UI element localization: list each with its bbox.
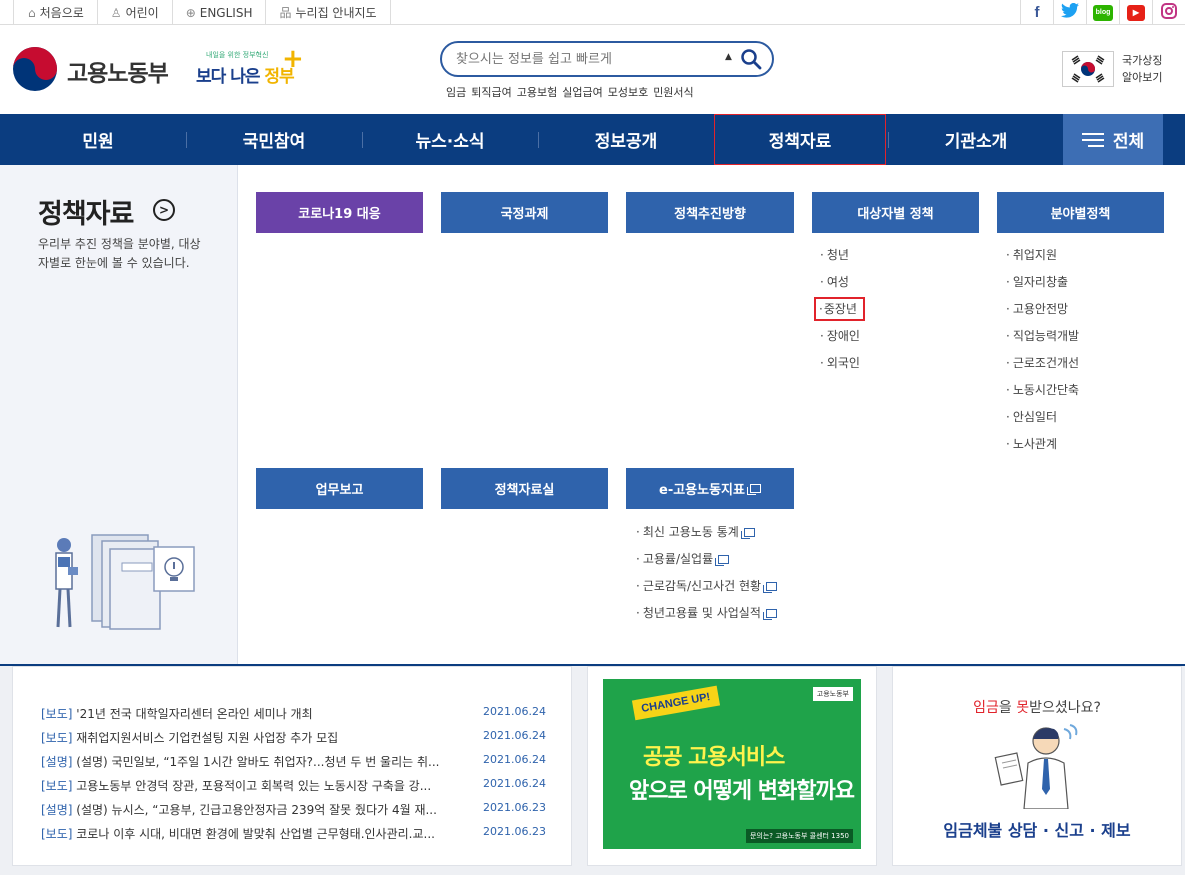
category-policy-direction[interactable]: 정책추진방향	[626, 192, 794, 233]
all-menu-button[interactable]: 전체	[1063, 114, 1163, 165]
search-box: ▲	[440, 41, 774, 77]
news-row[interactable]: [보도] 고용노동부 안경덕 장관, 포용적이고 회복력 있는 노동시장 구축을…	[41, 777, 546, 794]
home-link[interactable]: ⌂ 처음으로	[13, 0, 98, 25]
banner-image: CHANGE UP! 고용노동부 공공 고용서비스 앞으로 어떻게 변화할까요 …	[603, 679, 861, 849]
list-item[interactable]: 노동시간단축	[1006, 377, 1079, 404]
category-work-report[interactable]: 업무보고	[256, 468, 423, 509]
slogan-logo: 내일을 위한 정부혁신 보다 나은 정부 +	[196, 44, 304, 87]
list-item[interactable]: 일자리창출	[1006, 269, 1079, 296]
instagram-icon	[1161, 2, 1177, 23]
list-item[interactable]: 안심일터	[1006, 404, 1079, 431]
new-window-icon	[740, 528, 755, 539]
quick-link[interactable]: 모성보호	[608, 86, 653, 99]
list-item[interactable]: 근로감독/신고사건 현황	[636, 573, 778, 600]
ministry-logo[interactable]: 고용노동부	[12, 46, 169, 96]
category-e-indicators[interactable]: e-고용노동지표	[626, 468, 794, 509]
quick-link[interactable]: 고용보험	[517, 86, 562, 99]
field-policy-list: 취업지원 일자리창출 고용안전망 직업능력개발 근로조건개선 노동시간단축 안심…	[1006, 242, 1079, 458]
ministry-name: 고용노동부	[67, 61, 169, 87]
utility-bar: ⌂ 처음으로 ♙ 어린이 ⊕ ENGLISH 品 누리집 안내지도 f blog ▶	[0, 0, 1185, 25]
list-item[interactable]: 장애인	[820, 323, 865, 350]
arrow-right-circle-icon[interactable]: >	[153, 199, 175, 221]
new-window-icon	[763, 582, 778, 593]
list-item[interactable]: 고용안전망	[1006, 296, 1079, 323]
sitemap-link[interactable]: 品 누리집 안내지도	[266, 0, 391, 25]
mega-menu-title: 정책자료	[38, 199, 134, 230]
nav-item-disclosure[interactable]: 정보공개	[538, 114, 714, 165]
hamburger-icon	[1081, 129, 1104, 151]
new-window-icon	[715, 555, 730, 566]
list-item[interactable]: 여성	[820, 269, 865, 296]
quick-link[interactable]: 퇴직급여	[471, 86, 516, 99]
taeguk-logo-icon	[12, 46, 58, 96]
news-row[interactable]: [보도] 재취업지원서비스 기업컨설팅 지원 사업장 추가 모집 2021.06.…	[41, 729, 546, 746]
quick-links: 임금 퇴직급여 고용보험 실업급여 모성보호 민원서식	[446, 86, 699, 99]
kids-link[interactable]: ♙ 어린이	[98, 0, 173, 25]
blog-link[interactable]: blog	[1086, 0, 1119, 25]
news-row[interactable]: [설명] (설명) 국민일보, “1주일 1시간 알바도 취업자?...청년 두…	[41, 753, 546, 770]
list-item[interactable]: 청년	[820, 242, 865, 269]
facebook-link[interactable]: f	[1020, 0, 1053, 25]
mega-menu-description: 우리부 추진 정책을 분야별, 대상자별로 한눈에 볼 수 있습니다.	[38, 237, 201, 270]
mega-menu-side: 정책자료 > 우리부 추진 정책을 분야별, 대상자별로 한눈에 볼 수 있습니…	[0, 165, 238, 664]
main-nav: 민원 국민참여 뉴스·소식 정보공개 정책자료 기관소개 전체	[0, 114, 1185, 165]
mega-menu: 정책자료 > 우리부 추진 정책을 분야별, 대상자별로 한눈에 볼 수 있습니…	[0, 165, 1185, 666]
wage-arrears-banner[interactable]: 임금을 못받으셨나요? 임금체불 상담 · 신고 · 제보	[892, 666, 1182, 866]
site-header: 고용노동부 내일을 위한 정부혁신 보다 나은 정부 + ▲ 임금 퇴직급여 고…	[0, 26, 1185, 114]
list-item[interactable]: 최신 고용노동 통계	[636, 519, 777, 546]
news-row[interactable]: [보도] '21년 전국 대학일자리센터 온라인 세미나 개최 2021.06.2…	[41, 705, 546, 722]
news-row[interactable]: [보도] 코로나 이후 시대, 비대면 환경에 발맞춰 산업별 근무형태.인사관…	[41, 825, 546, 842]
category-national-tasks[interactable]: 국정과제	[441, 192, 608, 233]
twitter-icon	[1061, 2, 1079, 22]
blog-icon: blog	[1093, 4, 1113, 21]
search-icon	[741, 49, 762, 70]
search-button[interactable]	[740, 48, 762, 70]
quick-link[interactable]: 실업급여	[562, 86, 607, 99]
nav-item-policy[interactable]: 정책자료	[714, 114, 886, 165]
facebook-icon: f	[1034, 4, 1040, 21]
category-field-policy[interactable]: 분야별정책	[997, 192, 1164, 233]
employment-service-banner[interactable]: CHANGE UP! 고용노동부 공공 고용서비스 앞으로 어떻게 변화할까요 …	[587, 666, 877, 866]
quick-link[interactable]: 임금	[446, 86, 471, 99]
policy-illustration	[55, 534, 195, 630]
national-flag-icon[interactable]	[1062, 51, 1114, 87]
english-link[interactable]: ⊕ ENGLISH	[173, 0, 267, 25]
child-icon: ♙	[110, 5, 122, 20]
list-item-highlighted[interactable]: ·중장년	[814, 296, 865, 323]
national-symbol-link[interactable]: 국가상징 알아보기	[1122, 52, 1162, 86]
list-item[interactable]: 고용률/실업률	[636, 546, 777, 573]
nav-item-news[interactable]: 뉴스·소식	[362, 114, 538, 165]
instagram-link[interactable]	[1152, 0, 1185, 25]
indicator-link-list: 최신 고용노동 통계 고용률/실업률 근로감독/신고사건 현황 청년고용률 및 …	[636, 519, 778, 627]
nav-item-about[interactable]: 기관소개	[888, 114, 1064, 165]
list-item[interactable]: 직업능력개발	[1006, 323, 1079, 350]
home-icon: ⌂	[28, 5, 36, 20]
bottom-content: [보도] '21년 전국 대학일자리센터 온라인 세미나 개최 2021.06.2…	[0, 666, 1185, 875]
youtube-link[interactable]: ▶	[1119, 0, 1152, 25]
list-item[interactable]: 노사관계	[1006, 431, 1079, 458]
category-policy-archive[interactable]: 정책자료실	[441, 468, 608, 509]
caret-up-icon[interactable]: ▲	[725, 52, 732, 62]
category-covid19[interactable]: 코로나19 대응	[256, 192, 423, 233]
youtube-icon: ▶	[1127, 4, 1145, 21]
plus-icon: +	[282, 44, 304, 74]
list-item[interactable]: 취업지원	[1006, 242, 1079, 269]
search-input[interactable]	[456, 49, 716, 69]
quick-link[interactable]: 민원서식	[653, 86, 698, 99]
sitemap-icon: 品	[279, 6, 292, 20]
news-row[interactable]: [설명] (설명) 뉴시스, “고용부, 긴급고용안정자금 239억 잘못 줬다…	[41, 801, 546, 818]
twitter-link[interactable]	[1053, 0, 1086, 25]
target-policy-list: 청년 여성 ·중장년 장애인 외국인	[814, 242, 865, 377]
news-panel: [보도] '21년 전국 대학일자리센터 온라인 세미나 개최 2021.06.2…	[12, 666, 572, 866]
nav-item-participation[interactable]: 국민참여	[186, 114, 362, 165]
new-window-icon	[762, 609, 777, 620]
nav-item-civil[interactable]: 민원	[10, 114, 186, 165]
list-item[interactable]: 근로조건개선	[1006, 350, 1079, 377]
new-window-icon	[746, 484, 761, 495]
list-item[interactable]: 청년고용률 및 사업실적	[636, 600, 777, 627]
worried-worker-illustration	[994, 724, 1078, 809]
list-item[interactable]: 외국인	[820, 350, 865, 377]
category-target-policy[interactable]: 대상자별 정책	[812, 192, 979, 233]
globe-icon: ⊕	[185, 5, 196, 20]
